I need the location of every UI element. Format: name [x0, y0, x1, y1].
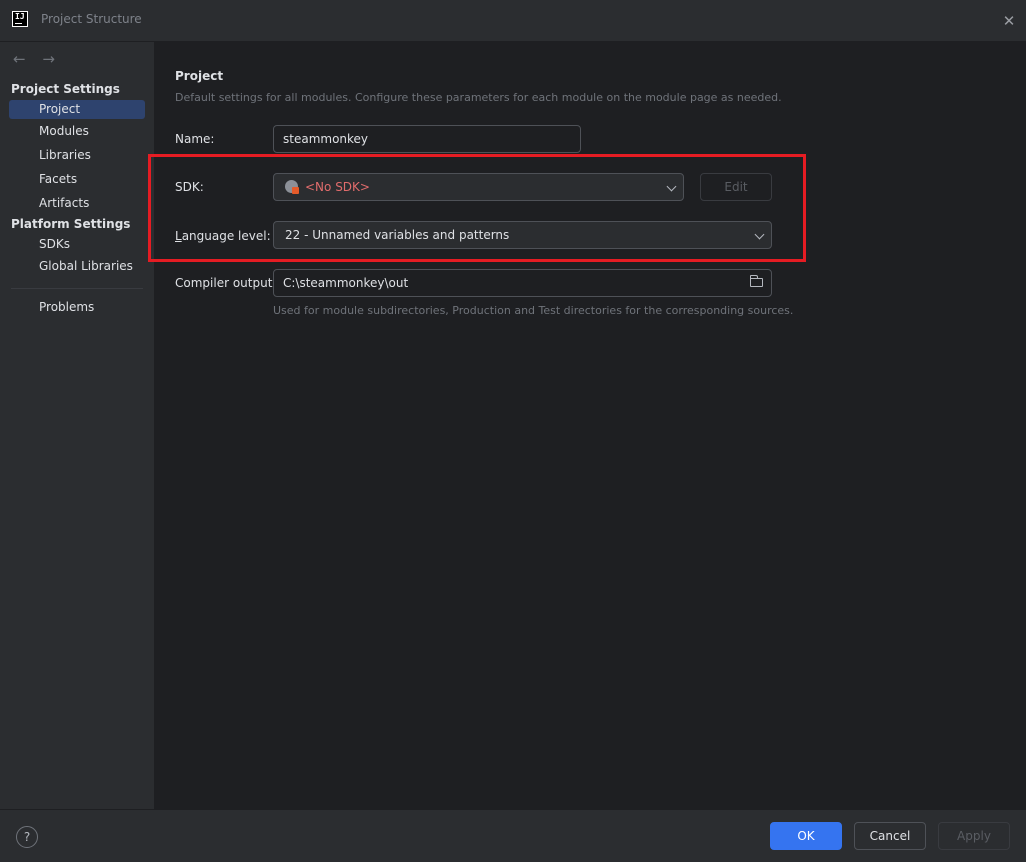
name-label: Name: [175, 132, 215, 146]
sidebar-item-global-libraries[interactable]: Global Libraries [9, 257, 145, 276]
project-settings-heading: Project Settings [11, 82, 120, 96]
platform-settings-heading: Platform Settings [11, 217, 131, 231]
help-icon[interactable]: ? [16, 826, 38, 848]
sidebar-item-facets[interactable]: Facets [9, 170, 145, 189]
cancel-button[interactable]: Cancel [854, 822, 926, 850]
folder-icon[interactable] [749, 275, 763, 287]
intellij-logo-icon: IJ [12, 11, 28, 27]
sidebar-item-project[interactable]: Project [9, 100, 145, 119]
sidebar-item-problems[interactable]: Problems [9, 298, 145, 317]
close-icon[interactable]: ✕ [999, 11, 1019, 31]
compiler-output-field[interactable]: C:\steammonkey\out [273, 269, 772, 297]
dialog-footer: ? OK Cancel Apply [0, 809, 1026, 862]
forward-arrow-icon[interactable]: → [42, 50, 55, 68]
nav-arrows: ← → [13, 50, 67, 68]
sidebar-item-libraries[interactable]: Libraries [9, 146, 145, 165]
compiler-output-value: C:\steammonkey\out [283, 276, 409, 290]
page-description: Default settings for all modules. Config… [175, 91, 782, 104]
compiler-output-label: Compiler output: [175, 276, 277, 290]
page-title: Project [175, 69, 224, 83]
ok-button[interactable]: OK [770, 822, 842, 850]
apply-button[interactable]: Apply [938, 822, 1010, 850]
highlight-box [148, 154, 806, 262]
title-bar: IJ Project Structure ✕ [0, 0, 1026, 42]
compiler-output-hint: Used for module subdirectories, Producti… [273, 304, 794, 317]
sidebar: ← → Project Settings Project Modules Lib… [0, 42, 155, 809]
sidebar-item-sdks[interactable]: SDKs [9, 235, 145, 254]
sidebar-item-artifacts[interactable]: Artifacts [9, 194, 145, 213]
window-title: Project Structure [41, 12, 142, 26]
name-field[interactable]: steammonkey [273, 125, 581, 153]
back-arrow-icon[interactable]: ← [13, 50, 26, 68]
sidebar-item-modules[interactable]: Modules [9, 122, 145, 141]
sidebar-divider [11, 288, 143, 289]
